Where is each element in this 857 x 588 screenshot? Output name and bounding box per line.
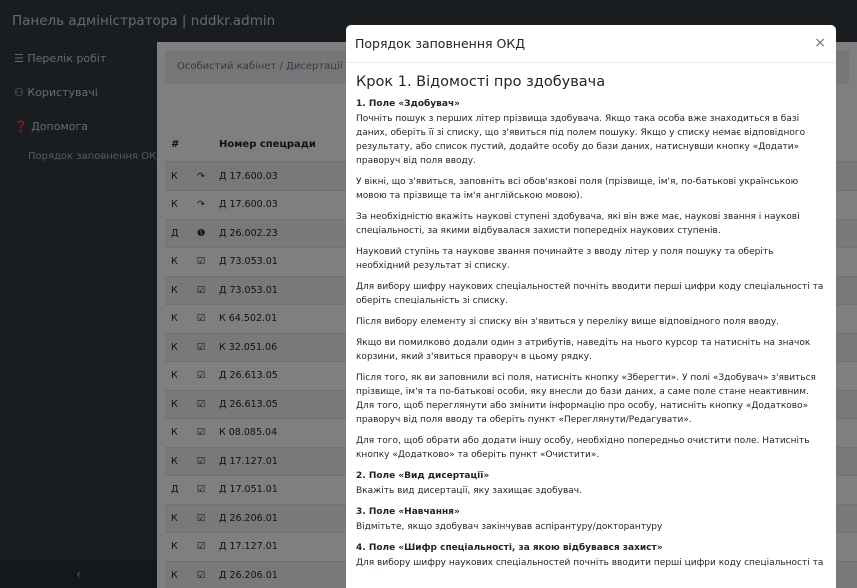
instruction-paragraph: Якщо ви помилково додали один з атрибуті… bbox=[356, 338, 811, 362]
modal-title: Порядок заповнення ОКД bbox=[355, 36, 525, 51]
instruction-paragraph: Відмітьте, якщо здобувач закінчував аспі… bbox=[356, 522, 663, 532]
section-title: 2. Поле «Вид дисертації» bbox=[356, 471, 490, 481]
instruction-paragraph: Для вибору шифру наукових спеціальностей… bbox=[356, 282, 824, 306]
okd-guide-modal: Порядок заповнення ОКД × Крок 1. Відомос… bbox=[346, 25, 836, 588]
instruction-paragraph: Для вибору шифру наукових спеціальностей… bbox=[356, 558, 824, 568]
modal-header: Порядок заповнення ОКД × bbox=[346, 25, 836, 63]
instruction-paragraph: Після того, як ви заповнили всі поля, на… bbox=[356, 373, 816, 425]
section-title: 1. Поле «Здобувач» bbox=[356, 99, 460, 109]
instruction-paragraph: За необхідністю вкажіть наукові ступені … bbox=[356, 212, 800, 236]
modal-body[interactable]: Крок 1. Відомості про здобувача 1. Поле … bbox=[346, 63, 836, 570]
instruction-paragraph: Вкажіть вид дисертації, яку захищає здоб… bbox=[356, 486, 582, 496]
close-button[interactable]: × bbox=[814, 35, 826, 51]
instruction-paragraph: Науковий ступінь та наукове звання почин… bbox=[356, 247, 774, 271]
step-heading: Крок 1. Відомості про здобувача bbox=[356, 74, 606, 90]
instruction-paragraph: Для того, щоб обрати або додати іншу осо… bbox=[356, 436, 810, 460]
section-title: 3. Поле «Навчання» bbox=[356, 507, 460, 517]
instruction-paragraph: Після вибору елементу зі списку він з'яв… bbox=[356, 317, 780, 327]
section-title: 4. Поле «Шифр спеціальності, за якою від… bbox=[356, 543, 663, 553]
instruction-paragraph: Почніть пошук з перших літер прізвища зд… bbox=[356, 114, 806, 166]
instruction-paragraph: У вікні, що з'явиться, заповніть всі обо… bbox=[356, 177, 799, 201]
